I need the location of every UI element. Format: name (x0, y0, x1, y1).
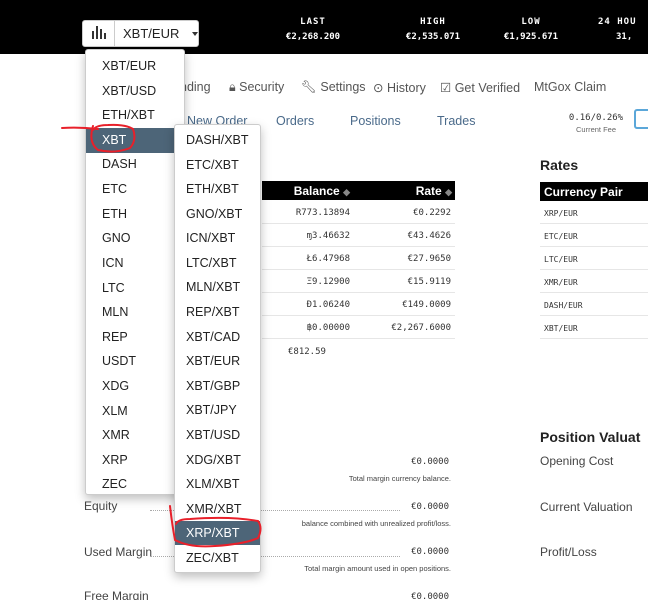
used-margin-label: Used Margin (84, 545, 153, 559)
tab-orders[interactable]: Orders (276, 114, 314, 128)
fee-toggle[interactable] (634, 109, 648, 129)
menu-item-xlm[interactable]: XLM (86, 399, 184, 424)
nav-get-verified[interactable]: ☑ Get Verified (440, 80, 520, 95)
top-bar: XBT/EUR LAST €2,268.200 HIGH €2,535.071 LO… (0, 0, 648, 54)
nav-history[interactable]: ⊙ History (373, 80, 426, 95)
menu-item-eth-xbt[interactable]: ETH/XBT (86, 103, 184, 128)
menu-item-xbt[interactable]: XBT (86, 128, 184, 153)
free-margin-value: €0.0000 (411, 592, 449, 600)
stat-last: LAST €2,268.200 (285, 17, 341, 42)
menu-item-usdt[interactable]: USDT (86, 349, 184, 374)
used-margin-value: €0.0000 (411, 547, 449, 557)
nav-settings[interactable]: 🔧︎ Settings (301, 80, 366, 95)
lock-icon: 🔒︎ (229, 80, 236, 94)
rate-row: DASH/EUR (540, 293, 648, 316)
submenu-item-xbt-jpy[interactable]: XBT/JPY (175, 398, 260, 422)
menu-item-zec[interactable]: ZEC (86, 472, 184, 497)
column-balance[interactable]: Balance ◆ (294, 184, 350, 198)
rate-row: XRP/EUR (540, 201, 648, 224)
check-square-icon: ☑ (440, 81, 452, 95)
table-row: ฿0.00000 €2,267.6000 (262, 316, 455, 339)
menu-item-xmr[interactable]: XMR (86, 423, 184, 448)
table-row: R773.13894 €0.2292 (262, 201, 455, 224)
pair-dropdown-menu: XBT/EUR XBT/USD ETH/XBT XBT DASH ETC ETH… (85, 49, 185, 495)
sort-icon: ◆ (343, 187, 350, 197)
profit-loss-label: Profit/Loss (540, 545, 597, 559)
menu-item-etc[interactable]: ETC (86, 177, 184, 202)
submenu-item-mln-xbt[interactable]: MLN/XBT (175, 275, 260, 299)
xbt-submenu: DASH/XBT ETC/XBT ETH/XBT GNO/XBT ICN/XBT… (174, 124, 261, 573)
sort-icon: ◆ (445, 187, 452, 197)
used-margin-desc: Total margin amount used in open positio… (304, 564, 451, 573)
balance-total: €812.59 (288, 347, 326, 357)
margin-balance-desc: Total margin currency balance. (348, 474, 451, 483)
caret-down-icon (192, 32, 198, 36)
submenu-item-icn-xbt[interactable]: ICN/XBT (175, 226, 260, 250)
balance-table-header: Balance ◆ Rate ◆ (262, 181, 455, 200)
menu-item-ltc[interactable]: LTC (86, 276, 184, 301)
pair-selector-button[interactable]: XBT/EUR (82, 20, 199, 47)
nav-security[interactable]: 🔒︎ Security (229, 80, 284, 95)
submenu-item-xbt-usd[interactable]: XBT/USD (175, 423, 260, 447)
current-fee: 0.16/0.26% Current Fee (568, 113, 624, 134)
menu-item-rep[interactable]: REP (86, 325, 184, 350)
pair-selector-label: XBT/EUR (123, 26, 180, 41)
menu-item-icn[interactable]: ICN (86, 251, 184, 276)
rates-header[interactable]: Currency Pair (540, 182, 648, 201)
submenu-item-eth-xbt[interactable]: ETH/XBT (175, 177, 260, 201)
menu-item-xbt-usd[interactable]: XBT/USD (86, 79, 184, 104)
rate-row: LTC/EUR (540, 247, 648, 270)
opening-cost-label: Opening Cost (540, 454, 614, 468)
menu-item-eth[interactable]: ETH (86, 202, 184, 227)
submenu-item-xdg-xbt[interactable]: XDG/XBT (175, 448, 260, 472)
menu-item-mln[interactable]: MLN (86, 300, 184, 325)
clock-icon: ⊙ (373, 81, 384, 95)
submenu-item-xlm-xbt[interactable]: XLM/XBT (175, 472, 260, 496)
stat-low: LOW €1,925.671 (503, 17, 559, 42)
table-row: Đ1.06240 €149.0009 (262, 293, 455, 316)
nav-mtgox-claim[interactable]: MtGox Claim (534, 80, 606, 94)
equity-desc: balance combined with unrealized profit/… (301, 519, 451, 528)
equity-label: Equity (84, 499, 118, 513)
submenu-item-ltc-xbt[interactable]: LTC/XBT (175, 251, 260, 275)
submenu-item-dash-xbt[interactable]: DASH/XBT (175, 128, 260, 152)
submenu-item-xrp-xbt[interactable]: XRP/XBT (175, 521, 260, 545)
rate-row: ETC/EUR (540, 224, 648, 247)
table-row: Ξ9.12900 €15.9119 (262, 270, 455, 293)
margin-balance-value: €0.0000 (411, 457, 449, 467)
tab-trades[interactable]: Trades (437, 114, 475, 128)
menu-item-gno[interactable]: GNO (86, 226, 184, 251)
free-margin-label: Free Margin (84, 589, 149, 600)
current-valuation-label: Current Valuation (540, 500, 633, 514)
submenu-item-rep-xbt[interactable]: REP/XBT (175, 300, 260, 324)
tab-positions[interactable]: Positions (350, 114, 401, 128)
menu-item-xdg[interactable]: XDG (86, 374, 184, 399)
table-row: Ł6.47968 €27.9650 (262, 247, 455, 270)
submenu-item-etc-xbt[interactable]: ETC/XBT (175, 153, 260, 177)
submenu-item-gno-xbt[interactable]: GNO/XBT (175, 202, 260, 226)
submenu-item-xbt-gbp[interactable]: XBT/GBP (175, 374, 260, 398)
menu-item-dash[interactable]: DASH (86, 152, 184, 177)
menu-item-xrp[interactable]: XRP (86, 448, 184, 473)
equity-value: €0.0000 (411, 502, 449, 512)
rate-row: XMR/EUR (540, 270, 648, 293)
submenu-item-xbt-cad[interactable]: XBT/CAD (175, 325, 260, 349)
position-valuation-title: Position Valuat (540, 429, 641, 445)
stat-high: HIGH €2,535.071 (405, 17, 461, 42)
submenu-item-zec-xbt[interactable]: ZEC/XBT (175, 546, 260, 570)
table-row: ɱ3.46632 €43.4626 (262, 224, 455, 247)
wrench-icon: 🔧︎ (301, 80, 317, 94)
submenu-item-xbt-eur[interactable]: XBT/EUR (175, 349, 260, 373)
column-rate[interactable]: Rate ◆ (416, 184, 452, 198)
menu-item-xbt-eur[interactable]: XBT/EUR (86, 54, 184, 79)
stat-24h: 24 HOU 31, (598, 17, 637, 42)
chart-bars-icon (92, 26, 106, 39)
rate-row: XBT/EUR (540, 316, 648, 339)
rates-title: Rates (540, 157, 579, 173)
submenu-item-xmr-xbt[interactable]: XMR/XBT (175, 497, 260, 521)
